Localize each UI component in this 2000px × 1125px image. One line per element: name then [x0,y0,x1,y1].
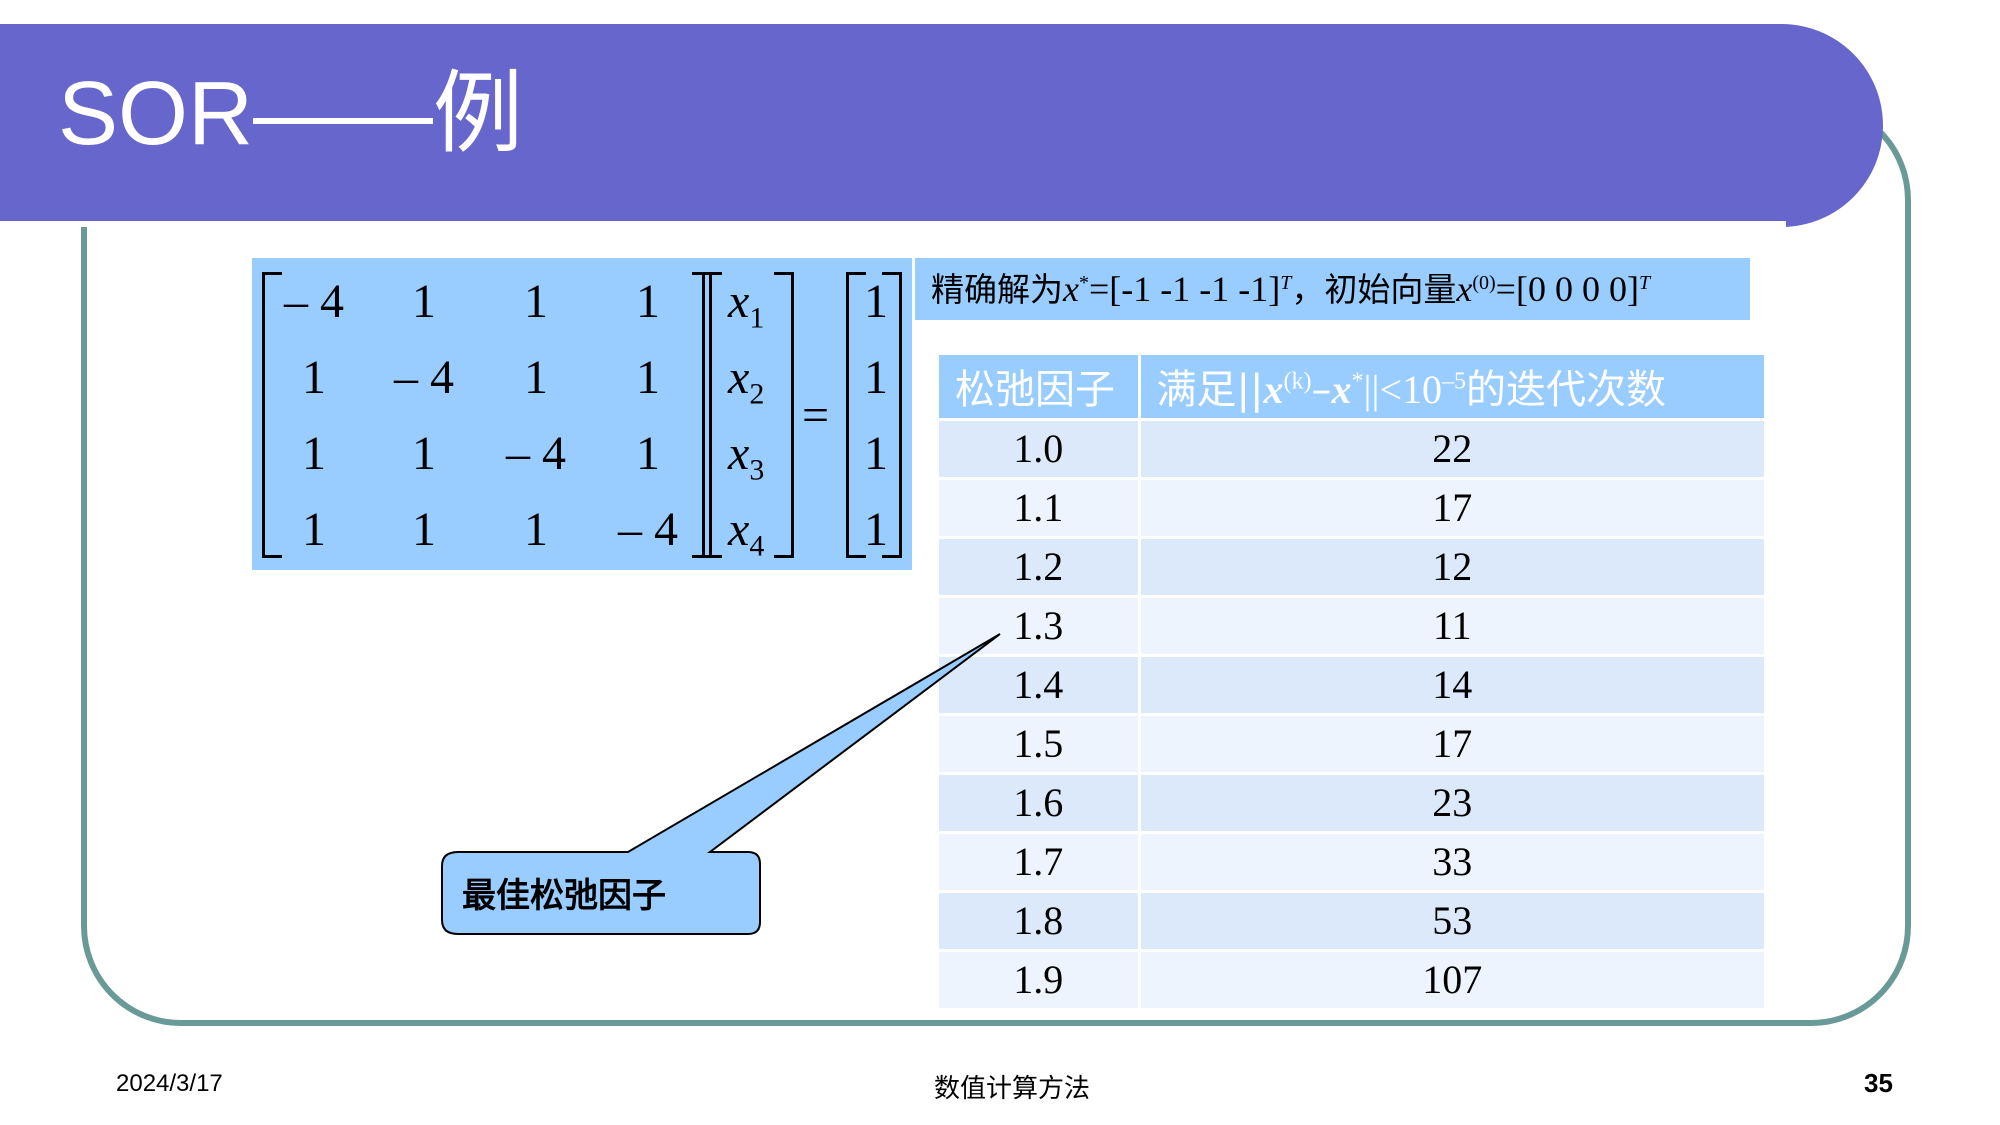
best-factor-callout [441,633,1001,935]
page-number: 35 [1864,1068,1893,1098]
footer-course-title: 数值计算方法 [934,1074,1091,1104]
footer-date: 2024/3/17 [116,1070,223,1097]
callout-label: 最佳松弛因子 [462,876,666,916]
